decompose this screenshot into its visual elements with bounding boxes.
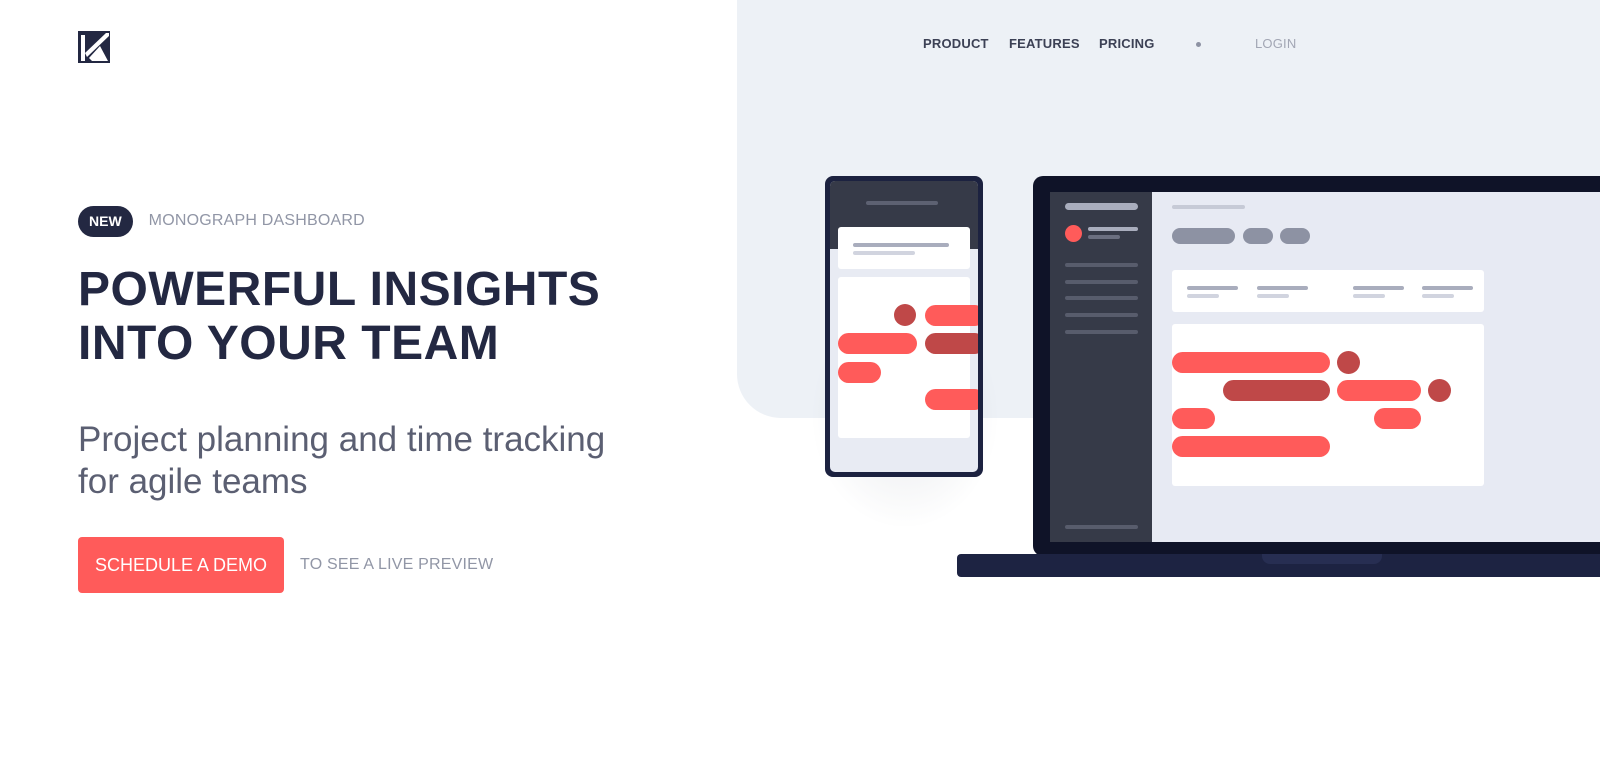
laptop-filter-pill <box>1280 228 1310 244</box>
timeline-dot <box>1337 351 1360 374</box>
laptop-filter-pill <box>1172 228 1235 244</box>
stat-line <box>1353 294 1385 298</box>
sidebar-user-line <box>1088 227 1138 231</box>
timeline-bar <box>1223 380 1330 401</box>
sidebar-menu-line <box>1065 296 1138 300</box>
laptop-trackpad-notch <box>1262 554 1382 564</box>
phone-card-line <box>853 251 915 255</box>
sidebar-menu-line <box>1065 313 1138 317</box>
timeline-bar <box>925 305 978 326</box>
hero-headline: POWERFUL INSIGHTS INTO YOUR TEAM <box>78 263 600 371</box>
announcement-caption: MONOGRAPH DASHBOARD <box>148 212 365 229</box>
sidebar-title-line <box>1065 203 1138 210</box>
phone-summary-card <box>838 227 970 269</box>
announcement-row: NEW MONOGRAPH DASHBOARD <box>78 205 718 237</box>
stat-line <box>1422 286 1473 290</box>
timeline-bar <box>1374 408 1421 429</box>
laptop-filter-pill <box>1243 228 1273 244</box>
nav-separator-dot <box>1196 42 1201 47</box>
brand-logo-icon[interactable] <box>78 31 110 63</box>
sidebar-menu-line <box>1065 330 1138 334</box>
timeline-bar <box>1172 436 1330 457</box>
sidebar-menu-line <box>1065 280 1138 284</box>
stat-line <box>1257 294 1289 298</box>
phone-card-line <box>853 243 949 247</box>
hero-section: NEW MONOGRAPH DASHBOARD POWERFUL INSIGHT… <box>78 205 718 593</box>
phone-screen <box>830 181 978 472</box>
timeline-bar <box>838 362 881 383</box>
laptop-sidebar <box>1050 192 1152 542</box>
cta-note: TO SEE A LIVE PREVIEW <box>300 556 494 573</box>
timeline-dot <box>1428 379 1451 402</box>
subtitle-line-1: Project planning and time tracking <box>78 420 606 459</box>
stat-line <box>1257 286 1308 290</box>
hero-subtitle: Project planning and time tracking for a… <box>78 419 605 503</box>
headline-line-1: POWERFUL INSIGHTS <box>78 263 601 316</box>
laptop-timeline-card <box>1172 324 1484 486</box>
sidebar-avatar <box>1065 225 1082 242</box>
stat-line <box>1187 286 1238 290</box>
phone-mockup-illustration <box>825 176 983 477</box>
sidebar-user-line <box>1088 235 1120 239</box>
timeline-bar <box>1337 380 1421 401</box>
nav-product-link[interactable]: PRODUCT <box>923 36 989 51</box>
timeline-bar <box>925 389 978 410</box>
stat-line <box>1187 294 1219 298</box>
timeline-bar <box>838 333 917 354</box>
nav-login-link[interactable]: LOGIN <box>1255 36 1296 51</box>
timeline-dot <box>894 304 916 326</box>
phone-timeline-card <box>838 277 978 438</box>
nav-features-link[interactable]: FEATURES <box>1009 36 1080 51</box>
timeline-bar <box>1172 352 1330 373</box>
timeline-bar <box>925 333 978 354</box>
sidebar-footer-line <box>1065 525 1138 529</box>
headline-line-2: INTO YOUR TEAM <box>78 317 500 370</box>
nav-pricing-link[interactable]: PRICING <box>1099 36 1155 51</box>
sidebar-menu-line <box>1065 263 1138 267</box>
stat-line <box>1422 294 1454 298</box>
new-badge: NEW <box>78 205 133 237</box>
laptop-breadcrumb-line <box>1172 205 1245 209</box>
schedule-demo-button[interactable]: SCHEDULE A DEMO <box>78 537 285 593</box>
laptop-stats-card <box>1172 270 1484 312</box>
cta-row: SCHEDULE A DEMO TO SEE A LIVE PREVIEW <box>78 537 493 593</box>
timeline-bar <box>1172 408 1215 429</box>
subtitle-line-2: for agile teams <box>78 462 308 501</box>
phone-speaker <box>866 201 938 205</box>
stat-line <box>1353 286 1404 290</box>
laptop-screen <box>1050 192 1600 542</box>
